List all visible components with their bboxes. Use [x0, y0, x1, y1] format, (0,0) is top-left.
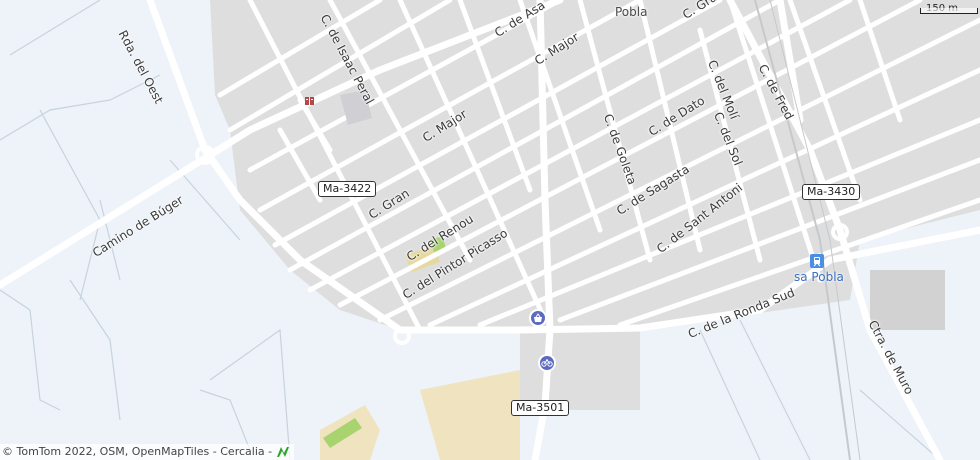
scale-bar-line — [920, 8, 978, 14]
train-station-icon[interactable] — [810, 254, 824, 268]
shopping-basket-icon[interactable] — [531, 311, 545, 325]
place-label-town: Pobla — [615, 5, 648, 19]
road-shield-ma3430: Ma-3430 — [802, 184, 861, 200]
road-shield-ma3501: Ma-3501 — [511, 400, 570, 416]
attribution-text: © TomTom 2022, OSM, OpenMapTiles - Cerca… — [2, 445, 273, 458]
place-label-station: sa Pobla — [794, 270, 844, 284]
bicycle-icon[interactable] — [540, 356, 554, 370]
cercalia-logo-icon — [276, 446, 290, 458]
map-attribution: © TomTom 2022, OSM, OpenMapTiles - Cerca… — [0, 444, 294, 460]
map-viewport[interactable]: C. de Isaac Peral Rda. del Oest C. de As… — [0, 0, 980, 460]
hotel-icon[interactable] — [305, 91, 315, 105]
road-shield-ma3422: Ma-3422 — [318, 181, 377, 197]
scale-bar: 150 m — [920, 2, 978, 16]
